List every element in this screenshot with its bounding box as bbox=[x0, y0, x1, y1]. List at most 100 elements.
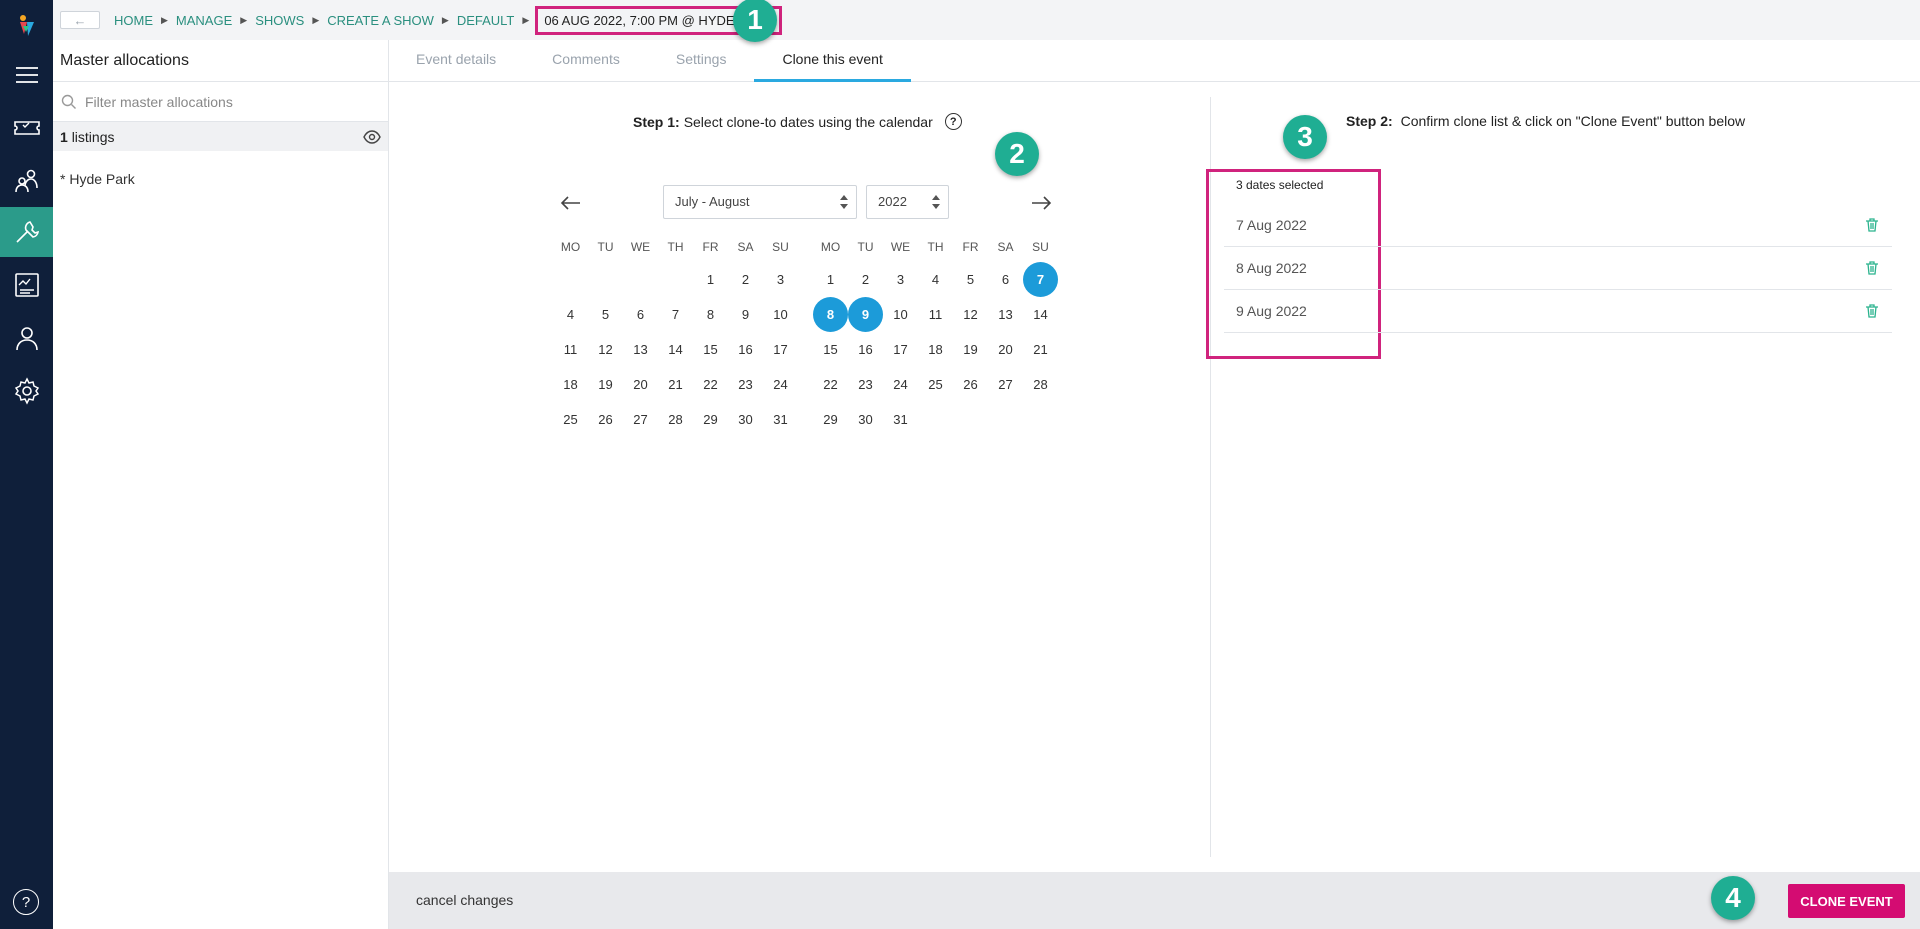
empty-day-cell bbox=[658, 262, 693, 297]
calendar-day[interactable]: 30 bbox=[728, 402, 763, 437]
calendar-day[interactable]: 19 bbox=[588, 367, 623, 402]
calendar-day[interactable]: 10 bbox=[883, 297, 918, 332]
calendar-day[interactable]: 20 bbox=[988, 332, 1023, 367]
calendar-day[interactable]: 27 bbox=[623, 402, 658, 437]
calendar-day[interactable]: 17 bbox=[883, 332, 918, 367]
calendar-day[interactable]: 9 bbox=[728, 297, 763, 332]
calendar-day[interactable]: 19 bbox=[953, 332, 988, 367]
clone-event-button[interactable]: CLONE EVENT bbox=[1788, 884, 1905, 918]
calendar-day[interactable]: 7 bbox=[658, 297, 693, 332]
listing-item[interactable]: * Hyde Park bbox=[53, 151, 388, 187]
calendar-day[interactable]: 22 bbox=[693, 367, 728, 402]
tab-clone-this-event[interactable]: Clone this event bbox=[754, 40, 911, 82]
calendar-day[interactable]: 12 bbox=[588, 332, 623, 367]
tab-comments[interactable]: Comments bbox=[524, 40, 648, 82]
next-month-arrow-icon[interactable] bbox=[1028, 190, 1054, 216]
calendar-day-selected[interactable]: 8 bbox=[813, 297, 848, 332]
users-icon[interactable] bbox=[0, 156, 53, 206]
prev-month-arrow-icon[interactable] bbox=[558, 190, 584, 216]
calendar-day[interactable]: 25 bbox=[553, 402, 588, 437]
tab-settings[interactable]: Settings bbox=[648, 40, 755, 82]
trash-icon[interactable] bbox=[1864, 303, 1880, 319]
calendar-day[interactable]: 29 bbox=[813, 402, 848, 437]
calendar-day-selected[interactable]: 7 bbox=[1023, 262, 1058, 297]
calendar-day[interactable]: 6 bbox=[988, 262, 1023, 297]
calendar-day[interactable]: 28 bbox=[658, 402, 693, 437]
calendar-day[interactable]: 22 bbox=[813, 367, 848, 402]
breadcrumb-home[interactable]: HOME bbox=[114, 13, 153, 28]
calendar-day[interactable]: 12 bbox=[953, 297, 988, 332]
calendar-day[interactable]: 10 bbox=[763, 297, 798, 332]
calendar-day[interactable]: 14 bbox=[658, 332, 693, 367]
help-icon[interactable]: ? bbox=[944, 113, 962, 130]
calendar-day[interactable]: 26 bbox=[588, 402, 623, 437]
weekday-label: TH bbox=[667, 240, 684, 254]
wrench-icon[interactable] bbox=[0, 207, 53, 257]
calendar-day[interactable]: 8 bbox=[693, 297, 728, 332]
calendar-day[interactable]: 4 bbox=[553, 297, 588, 332]
calendar-day[interactable]: 2 bbox=[728, 262, 763, 297]
breadcrumb-separator-icon: ▶ bbox=[312, 14, 320, 25]
calendar-day[interactable]: 6 bbox=[623, 297, 658, 332]
trash-icon[interactable] bbox=[1864, 217, 1880, 233]
filter-input[interactable] bbox=[85, 93, 365, 110]
calendar-day-selected[interactable]: 9 bbox=[848, 297, 883, 332]
calendar-day[interactable]: 1 bbox=[693, 262, 728, 297]
gear-icon[interactable] bbox=[0, 366, 53, 416]
calendar-day[interactable]: 24 bbox=[763, 367, 798, 402]
calendar-day[interactable]: 23 bbox=[848, 367, 883, 402]
calendar-day[interactable]: 20 bbox=[623, 367, 658, 402]
calendar-day[interactable]: 13 bbox=[623, 332, 658, 367]
month-range-select[interactable]: July - August bbox=[663, 185, 857, 219]
calendar-day[interactable]: 28 bbox=[1023, 367, 1058, 402]
calendar-day[interactable]: 18 bbox=[553, 367, 588, 402]
calendar-day[interactable]: 27 bbox=[988, 367, 1023, 402]
calendar-day[interactable]: 18 bbox=[918, 332, 953, 367]
ticket-icon[interactable] bbox=[0, 103, 53, 153]
calendar-day[interactable]: 23 bbox=[728, 367, 763, 402]
calendar-day[interactable]: 2 bbox=[848, 262, 883, 297]
calendar-day[interactable]: 31 bbox=[763, 402, 798, 437]
calendar-day[interactable]: 25 bbox=[918, 367, 953, 402]
calendar-day[interactable]: 15 bbox=[693, 332, 728, 367]
calendar-day[interactable]: 11 bbox=[918, 297, 953, 332]
logo-icon[interactable] bbox=[14, 12, 40, 38]
breadcrumb-shows[interactable]: SHOWS bbox=[255, 13, 304, 28]
calendar-day[interactable]: 29 bbox=[693, 402, 728, 437]
person-icon[interactable] bbox=[0, 313, 53, 363]
trash-icon[interactable] bbox=[1864, 260, 1880, 276]
calendar-day[interactable]: 17 bbox=[763, 332, 798, 367]
calendar-day[interactable]: 5 bbox=[588, 297, 623, 332]
calendar-day[interactable]: 30 bbox=[848, 402, 883, 437]
calendar-day[interactable]: 21 bbox=[1023, 332, 1058, 367]
eye-icon[interactable] bbox=[363, 128, 381, 146]
calendar-day[interactable]: 14 bbox=[1023, 297, 1058, 332]
calendar-day[interactable]: 11 bbox=[553, 332, 588, 367]
calendar-day[interactable]: 4 bbox=[918, 262, 953, 297]
clone-date-row: 9 Aug 2022 bbox=[1224, 290, 1892, 333]
report-icon[interactable] bbox=[0, 260, 53, 310]
calendar-day[interactable]: 24 bbox=[883, 367, 918, 402]
cancel-changes-link[interactable]: cancel changes bbox=[416, 892, 513, 908]
menu-icon[interactable] bbox=[0, 50, 53, 100]
weekday-label: TU bbox=[597, 240, 614, 254]
calendar-day[interactable]: 3 bbox=[763, 262, 798, 297]
calendar-day[interactable]: 31 bbox=[883, 402, 918, 437]
help-icon[interactable]: ? bbox=[13, 889, 39, 915]
tab-event-details[interactable]: Event details bbox=[389, 40, 524, 82]
calendar-day[interactable]: 26 bbox=[953, 367, 988, 402]
back-button[interactable]: ← bbox=[60, 11, 100, 29]
breadcrumb-default[interactable]: DEFAULT bbox=[457, 13, 515, 28]
calendar-day[interactable]: 21 bbox=[658, 367, 693, 402]
clone-date: 8 Aug 2022 bbox=[1236, 260, 1307, 276]
breadcrumb-manage[interactable]: MANAGE bbox=[176, 13, 232, 28]
calendar-day[interactable]: 15 bbox=[813, 332, 848, 367]
calendar-day[interactable]: 3 bbox=[883, 262, 918, 297]
calendar-day[interactable]: 16 bbox=[728, 332, 763, 367]
year-select[interactable]: 2022 bbox=[866, 185, 949, 219]
calendar-day[interactable]: 5 bbox=[953, 262, 988, 297]
calendar-day[interactable]: 13 bbox=[988, 297, 1023, 332]
calendar-day[interactable]: 16 bbox=[848, 332, 883, 367]
calendar-day[interactable]: 1 bbox=[813, 262, 848, 297]
breadcrumb-create-a-show[interactable]: CREATE A SHOW bbox=[327, 13, 434, 28]
